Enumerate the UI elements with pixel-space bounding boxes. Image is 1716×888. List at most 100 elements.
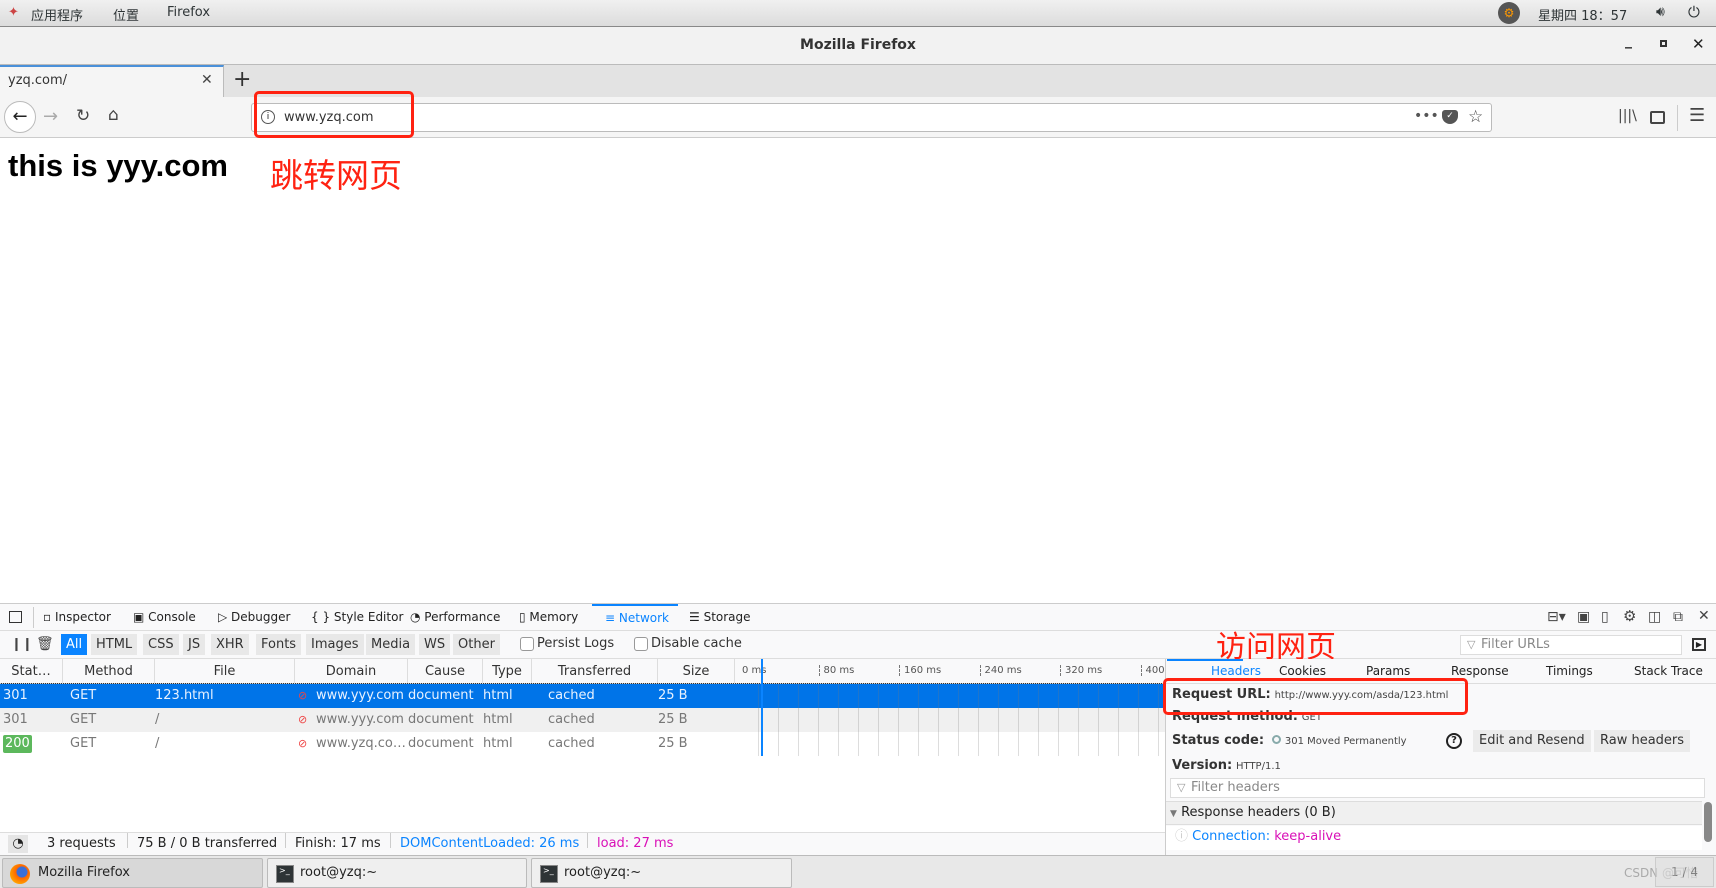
redirect-annotation: 跳转网页 [270,156,402,195]
tab-network[interactable]: ≡ Network [592,604,678,631]
applications-menu[interactable]: 应用程序 [31,5,83,24]
pocket-icon[interactable]: ✓ [1442,110,1458,124]
clock[interactable]: 星期四 18：57 [1538,5,1627,24]
tab-storage[interactable]: ☰ Storage [689,604,751,631]
col-size[interactable]: Size [658,659,735,684]
cell-file: / [155,736,160,751]
close-window-button[interactable]: ✕ [1692,35,1705,53]
waterfall-gridline [1078,684,1079,756]
waterfall-gridline [838,684,839,756]
cell-cause: document [408,688,474,703]
dom-content-loaded-marker [761,659,763,756]
filter-media[interactable]: Media [366,634,416,655]
menu-icon[interactable]: ☰ [1689,107,1705,125]
col-transferred[interactable]: Transferred [532,659,658,684]
raw-headers-button[interactable]: Raw headers [1594,730,1691,752]
pause-icon[interactable]: ❙❙ [11,638,33,651]
back-button[interactable]: ← [4,101,36,133]
filter-js[interactable]: JS [183,634,206,655]
details-tab-timings[interactable]: Timings [1546,659,1593,684]
page-actions-icon[interactable]: ••• [1414,108,1439,124]
devtools-toolbar: ▫ Inspector ▣ Console ▷ Debugger { } Sty… [0,603,1716,631]
cell-size: 25 B [658,688,688,703]
places-menu[interactable]: 位置 [113,5,139,24]
request-list-empty [0,756,1165,832]
url-bar[interactable]: i www.yzq.com ••• ✓ ☆ [251,103,1492,132]
filter-fonts[interactable]: Fonts [256,634,302,655]
performance-analysis-icon[interactable]: ◔ [8,835,28,853]
tray-app-icon[interactable]: ⚙ [1498,2,1520,24]
help-icon[interactable]: ? [1446,733,1462,749]
filter-ws[interactable]: WS [419,634,451,655]
filter-css[interactable]: CSS [143,634,179,655]
tab-memory[interactable]: ▯ Memory [519,604,578,631]
taskbar-item-terminal-2[interactable]: >_ root@yzq:~ [531,858,792,888]
home-button[interactable]: ⌂ [108,107,119,124]
bookmark-star-icon[interactable]: ☆ [1468,107,1483,127]
workspace-indicator[interactable]: 1 / 4 [1655,857,1714,887]
filter-html[interactable]: HTML [91,634,138,655]
col-status[interactable]: Stat… [0,659,63,684]
edit-and-resend-button[interactable]: Edit and Resend [1473,730,1591,752]
request-row[interactable]: ⊘ 301 GET 123.html www.yyy.com document html ca… [0,683,1166,709]
close-tab-icon[interactable]: ✕ [201,72,213,88]
status-code-row: Status code: 301 Moved Permanently [1172,733,1407,748]
maximize-button[interactable] [1660,40,1667,47]
col-file[interactable]: File [155,659,295,684]
summary-dcl: DOMContentLoaded: 26 ms [400,836,580,851]
minimize-button[interactable]: _ [1625,33,1632,49]
library-icon[interactable]: |||\ [1618,109,1637,123]
disable-cache-checkbox[interactable] [634,637,648,651]
toggle-sidebar-icon[interactable]: ▶ [1692,638,1706,651]
tab-style-editor[interactable]: { } Style Editor [311,604,403,631]
col-cause[interactable]: Cause [408,659,483,684]
taskbar-item-firefox[interactable]: Mozilla Firefox [2,858,263,888]
response-headers-section[interactable]: ▼ Response headers (0 B) [1166,801,1702,825]
volume-icon[interactable]: 🔊︎ [1656,4,1665,20]
new-tab-button[interactable]: + [233,67,251,92]
cell-transferred: cached [548,688,595,703]
filter-urls-input[interactable]: ▽ Filter URLs [1460,635,1682,655]
active-app-menu[interactable]: Firefox [167,5,210,20]
dock-side-icon[interactable]: ◫ [1648,610,1661,624]
disable-cache-label: Disable cache [651,636,742,651]
filter-headers-input[interactable]: ▽ Filter headers [1170,778,1705,798]
taskbar-item-terminal-1[interactable]: >_ root@yzq:~ [267,858,527,888]
split-console-icon[interactable]: ▣ [1577,610,1590,624]
cell-transferred: cached [548,736,595,751]
element-picker-button[interactable] [9,611,22,623]
responsive-mode-icon[interactable]: ▯ [1601,610,1609,624]
browser-tab[interactable]: yzq.com/ ✕ [0,65,224,97]
style-editor-icon: { } [311,610,334,624]
request-row[interactable]: ⊘ 301 GET / www.yyy.com document html cached 25 … [0,708,1165,732]
tab-inspector[interactable]: ▫ Inspector [43,604,111,631]
undock-icon[interactable]: ⧉ [1673,610,1683,624]
tab-performance[interactable]: ◔ Performance [410,604,500,631]
dock-options-icon[interactable]: ⊟▾ [1547,610,1566,624]
waterfall-gridline [1158,684,1159,756]
sidebar-icon[interactable] [1650,111,1665,124]
filter-all[interactable]: All [61,634,88,655]
header-name: Connection: [1192,829,1271,844]
tab-console[interactable]: ▣ Console [133,604,196,631]
forward-button[interactable]: → [43,108,58,126]
col-domain[interactable]: Domain [295,659,408,684]
persist-logs-checkbox[interactable] [520,637,534,651]
details-scrollbar[interactable] [1704,802,1712,842]
tab-debugger[interactable]: ▷ Debugger [218,604,290,631]
summary-finish: Finish: 17 ms [295,836,381,851]
close-devtools-icon[interactable]: ✕ [1698,609,1710,623]
settings-gear-icon[interactable]: ⚙ [1623,609,1636,624]
col-type[interactable]: Type [483,659,532,684]
filter-xhr[interactable]: XHR [211,634,249,655]
reload-button[interactable]: ↻ [76,108,90,125]
power-icon[interactable]: ⏻ [1688,3,1700,21]
filter-other[interactable]: Other [453,634,500,655]
cell-status: 301 [3,712,28,727]
request-row[interactable]: ⊘ 200 GET / www.yzq.co… document html cached 25 … [0,732,1165,756]
cell-size: 25 B [658,736,688,751]
col-method[interactable]: Method [63,659,155,684]
filter-images[interactable]: Images [306,634,364,655]
trash-icon[interactable]: 🗑︎ [36,637,54,651]
details-tab-stack-trace[interactable]: Stack Trace [1634,659,1703,684]
